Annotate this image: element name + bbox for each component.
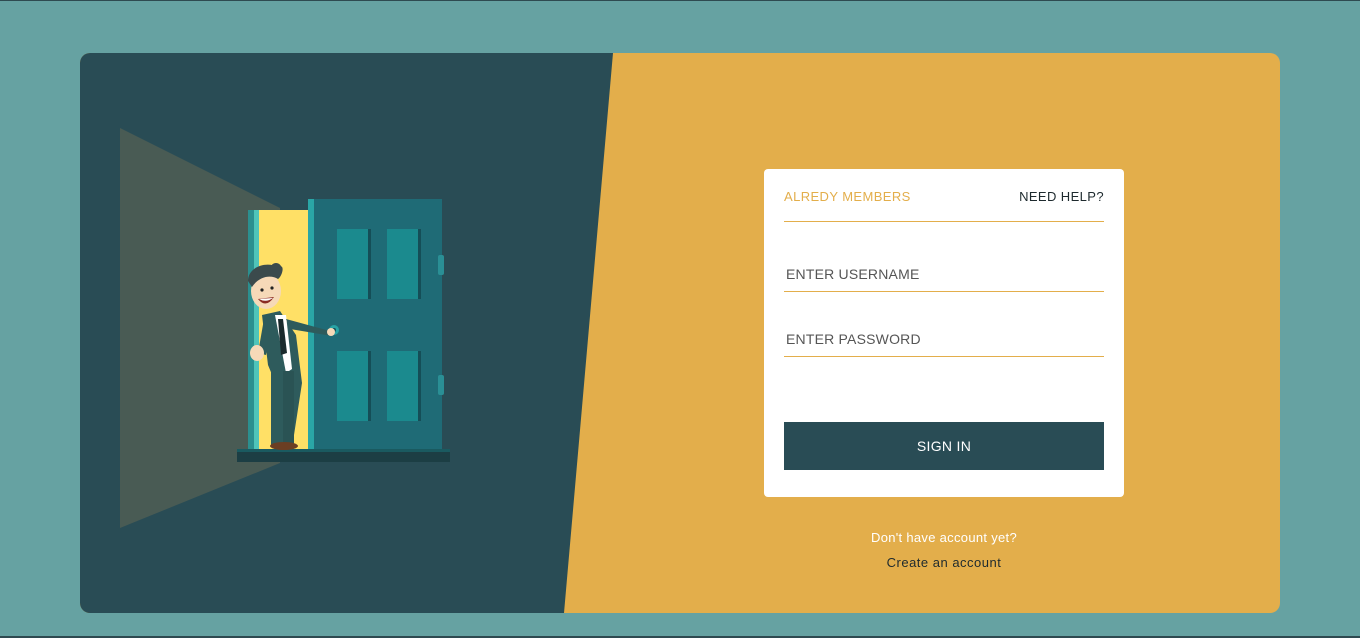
need-help-link[interactable]: NEED HELP? (1019, 189, 1104, 204)
login-card: ALREDY MEMBERS NEED HELP? SIGN IN Don't … (80, 53, 1280, 613)
login-form: ALREDY MEMBERS NEED HELP? SIGN IN (764, 169, 1124, 497)
username-input[interactable] (784, 256, 1104, 292)
no-account-text: Don't have account yet? (871, 530, 1017, 545)
man-opening-door-illustration (120, 128, 450, 528)
tab-already-members[interactable]: ALREDY MEMBERS (784, 189, 911, 204)
password-input[interactable] (784, 321, 1104, 357)
login-header: ALREDY MEMBERS NEED HELP? (784, 189, 1104, 222)
create-account-link[interactable]: Create an account (764, 555, 1124, 570)
sign-in-button[interactable]: SIGN IN (784, 422, 1104, 470)
top-border (0, 0, 1360, 1)
door-shape (308, 199, 442, 451)
